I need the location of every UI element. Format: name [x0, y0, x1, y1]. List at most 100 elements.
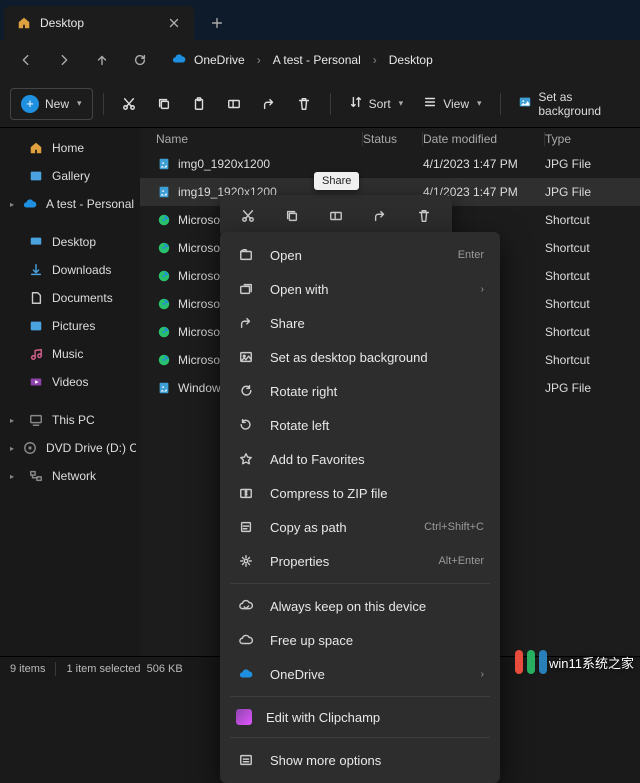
new-label: New [45, 97, 69, 111]
copy-button[interactable] [148, 88, 179, 120]
column-date[interactable]: Date modified [423, 132, 545, 146]
open-icon [236, 245, 256, 265]
view-label: View [443, 97, 469, 111]
file-name: img0_1920x1200 [178, 157, 270, 171]
breadcrumb-onedrive[interactable]: OneDrive [192, 49, 247, 71]
refresh-button[interactable] [122, 44, 158, 76]
column-name[interactable]: Name [148, 132, 363, 146]
share-button[interactable] [254, 88, 285, 120]
ctx-open[interactable]: OpenEnter [220, 238, 500, 272]
star-icon [236, 449, 256, 469]
sidebar-label: Network [52, 469, 96, 483]
chevron-right-icon: ▸ [10, 416, 20, 425]
sidebar-item-onedrive[interactable]: ▸A test - Personal [4, 190, 136, 218]
sidebar-item-network[interactable]: ▸Network [4, 462, 136, 490]
separator [500, 93, 501, 115]
clipchamp-icon [236, 709, 252, 725]
rename-button[interactable] [219, 88, 250, 120]
cut-button[interactable] [113, 88, 144, 120]
chevron-right-icon: ▸ [10, 444, 14, 453]
copy-button[interactable] [276, 200, 308, 232]
share-icon [236, 313, 256, 333]
sort-button[interactable]: Sort ▾ [341, 88, 412, 120]
sidebar-label: This PC [52, 413, 95, 427]
sort-label: Sort [369, 97, 391, 111]
up-button[interactable] [84, 44, 120, 76]
tab-desktop[interactable]: Desktop [4, 6, 194, 40]
navbar: OneDrive › A test - Personal › Desktop [0, 40, 640, 80]
sidebar-item-desktop[interactable]: Desktop [4, 228, 136, 256]
sidebar-label: DVD Drive (D:) CCC [46, 441, 136, 455]
view-button[interactable]: View ▾ [415, 88, 489, 120]
sidebar-label: Pictures [52, 319, 95, 333]
disc-icon [22, 440, 38, 456]
ctx-rotate-left[interactable]: Rotate left [220, 408, 500, 442]
view-icon [423, 95, 437, 112]
file-date: 4/1/2023 1:47 PM [423, 157, 545, 171]
column-status[interactable]: Status [363, 132, 423, 146]
ctx-free-space[interactable]: Free up space [220, 623, 500, 657]
breadcrumb: OneDrive › A test - Personal › Desktop [172, 49, 435, 71]
selection-size: 506 KB [147, 663, 183, 675]
videos-icon [28, 374, 44, 390]
properties-icon [236, 551, 256, 571]
sidebar-item-videos[interactable]: Videos [4, 368, 136, 396]
sidebar-label: Music [52, 347, 83, 361]
image-file-icon [156, 156, 172, 172]
file-type: Shortcut [545, 269, 632, 283]
ctx-share[interactable]: Share [220, 306, 500, 340]
context-menu: OpenEnter Open with› Share Set as deskto… [220, 232, 500, 783]
ctx-keep-device[interactable]: Always keep on this device [220, 589, 500, 623]
new-tab-button[interactable] [200, 6, 234, 40]
cut-button[interactable] [232, 200, 264, 232]
ctx-favorites[interactable]: Add to Favorites [220, 442, 500, 476]
item-count: 9 items [10, 663, 45, 675]
sidebar-item-dvd[interactable]: ▸ DVD Drive (D:) CCC [4, 434, 136, 462]
sidebar: Home Gallery ▸A test - Personal Desktop … [0, 128, 140, 656]
separator [230, 737, 490, 738]
set-background-button[interactable]: Set as background [510, 88, 630, 120]
ctx-properties[interactable]: PropertiesAlt+Enter [220, 544, 500, 578]
column-type[interactable]: Type [545, 132, 632, 146]
file-type: Shortcut [545, 297, 632, 311]
separator [330, 93, 331, 115]
new-button[interactable]: + New ▾ [10, 88, 93, 120]
ctx-rotate-right[interactable]: Rotate right [220, 374, 500, 408]
desktop-icon [28, 234, 44, 250]
sidebar-item-pictures[interactable]: Pictures [4, 312, 136, 340]
rename-button[interactable] [320, 200, 352, 232]
delete-button[interactable] [289, 88, 320, 120]
delete-button[interactable] [408, 200, 440, 232]
back-button[interactable] [8, 44, 44, 76]
paste-button[interactable] [184, 88, 215, 120]
sidebar-item-music[interactable]: Music [4, 340, 136, 368]
file-row[interactable]: img0_1920x12004/1/2023 1:47 PMJPG File [140, 150, 640, 178]
set-bg-label: Set as background [538, 90, 622, 118]
close-icon[interactable] [166, 15, 182, 31]
ctx-copy-path[interactable]: Copy as pathCtrl+Shift+C [220, 510, 500, 544]
share-button[interactable] [364, 200, 396, 232]
ctx-clipchamp[interactable]: Edit with Clipchamp [220, 702, 500, 732]
separator [230, 696, 490, 697]
forward-button[interactable] [46, 44, 82, 76]
cloud-icon [22, 196, 38, 212]
sidebar-item-home[interactable]: Home [4, 134, 136, 162]
ctx-onedrive[interactable]: OneDrive› [220, 657, 500, 691]
ctx-open-with[interactable]: Open with› [220, 272, 500, 306]
edge-shortcut-icon [156, 240, 172, 256]
sidebar-item-downloads[interactable]: Downloads [4, 256, 136, 284]
ctx-compress[interactable]: Compress to ZIP file [220, 476, 500, 510]
watermark: win11系统之家 [513, 648, 634, 676]
sidebar-item-gallery[interactable]: Gallery [4, 162, 136, 190]
sidebar-item-thispc[interactable]: ▸ This PC [4, 406, 136, 434]
chevron-down-icon: ▾ [399, 98, 404, 109]
image-file-icon [156, 184, 172, 200]
sidebar-label: Downloads [52, 263, 111, 277]
sidebar-item-documents[interactable]: Documents [4, 284, 136, 312]
ctx-set-background[interactable]: Set as desktop background [220, 340, 500, 374]
breadcrumb-desktop[interactable]: Desktop [387, 49, 435, 71]
downloads-icon [28, 262, 44, 278]
sidebar-label: Home [52, 141, 84, 155]
ctx-show-more[interactable]: Show more options [220, 743, 500, 777]
breadcrumb-personal[interactable]: A test - Personal [271, 49, 363, 71]
